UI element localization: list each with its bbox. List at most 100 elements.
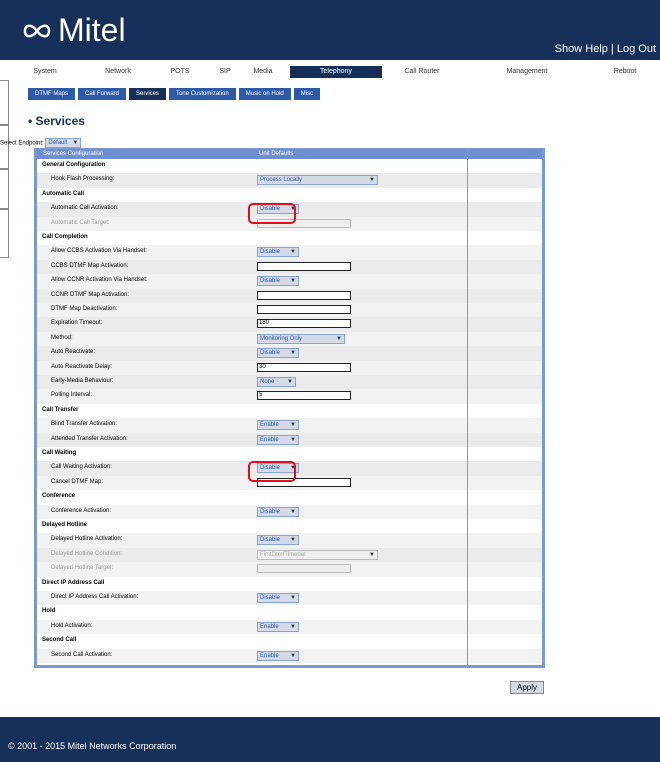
nav-telephony[interactable]: Telephony <box>290 66 382 78</box>
row-label: Hold Activation: <box>51 622 93 629</box>
select-value: Enable <box>260 652 279 659</box>
subnav-misc[interactable]: Misc <box>293 88 321 100</box>
log-out-link[interactable]: Log Out <box>617 43 656 55</box>
nav-pots[interactable]: POTS <box>160 66 200 78</box>
services-table: Services Configuration Unit Defaults Gen… <box>34 148 545 668</box>
row-label: Delayed Hotline <box>42 522 88 528</box>
row-select[interactable]: Disable ▼ <box>257 463 299 474</box>
select-value: FirstDtmfTimeout <box>260 551 306 558</box>
row-label: Call Transfer <box>42 406 79 413</box>
nav-sip[interactable]: SIP <box>210 66 240 78</box>
row-select[interactable]: Disable ▼ <box>257 593 299 603</box>
nav-management[interactable]: Management <box>492 66 562 78</box>
sub-nav: DTMF Maps Call Forward Services Tone Custom… <box>28 88 321 100</box>
row-label: Automatic Call Activation: <box>51 205 119 212</box>
row-label: Polling Interval: <box>51 392 93 399</box>
row-text-input[interactable]: 30 <box>257 362 351 372</box>
row-text-input[interactable]: 180 <box>257 319 351 329</box>
nav-call-router[interactable]: Call Router <box>392 66 452 78</box>
chevron-down-icon: ▼ <box>290 350 296 357</box>
row-label: Cancel DTMF Map: <box>51 478 104 485</box>
row-label: Automatic Call Target: <box>51 219 110 226</box>
row-select[interactable]: Enable ▼ <box>257 434 299 445</box>
row-label: Automatic Call <box>42 190 85 197</box>
row-label: Direct IP Address Call Activation: <box>51 594 139 600</box>
row-label: Auto Reactivate: <box>51 349 96 356</box>
nav-system[interactable]: System <box>20 66 70 78</box>
chevron-down-icon: ▼ <box>290 508 296 515</box>
show-help-link[interactable]: Show Help <box>555 43 608 55</box>
col-unit-defaults: Unit Defaults <box>259 151 294 157</box>
row-select[interactable]: Disable ▼ <box>257 348 299 359</box>
page-title: • Services <box>28 114 85 128</box>
select-value: Enable <box>260 436 279 443</box>
mitel-logo: Mitel <box>22 12 126 49</box>
row-label: Allow CCNR Activation Via Handset: <box>51 277 148 284</box>
row-label: Conference <box>42 493 76 500</box>
select-value: Process Locally <box>260 177 303 184</box>
row-select[interactable]: Process Locally ▼ <box>257 175 378 186</box>
row-text-input[interactable] <box>257 261 351 271</box>
select-value: Disable <box>260 278 281 285</box>
select-value: Disable <box>260 465 281 472</box>
apply-button[interactable]: Apply <box>510 681 545 694</box>
subnav-music-on-hold[interactable]: Music on Hold <box>238 88 291 100</box>
row-select[interactable]: Monitoring Only ▼ <box>257 333 345 344</box>
copyright: © 2001 - 2015 Mitel Networks Corporation <box>8 741 177 751</box>
chevron-down-icon: ▼ <box>290 623 296 630</box>
row-label: Blind Transfer Activation: <box>51 421 118 428</box>
subnav-services[interactable]: Services <box>129 88 167 100</box>
chevron-down-icon: ▼ <box>290 278 296 285</box>
chevron-down-icon: ▼ <box>290 206 296 213</box>
row-select[interactable]: Disable ▼ <box>257 535 299 546</box>
row-label: Auto Reactivate Delay: <box>51 363 113 370</box>
brand-name: Mitel <box>58 12 126 48</box>
chevron-down-icon: ▼ <box>287 379 293 385</box>
select-value: Disable <box>260 206 281 213</box>
row-select[interactable]: Enable ▼ <box>257 621 299 632</box>
row-label: CCNR DTMF Map Activation: <box>51 291 130 298</box>
row-text-input[interactable] <box>257 305 351 314</box>
row-text-input[interactable] <box>257 477 351 487</box>
select-value: Enable <box>260 623 279 630</box>
nav-network[interactable]: Network <box>88 66 148 78</box>
endpoint-selector: Select Endpoint: Default ▼ <box>0 138 82 148</box>
chevron-down-icon: ▼ <box>290 249 296 256</box>
row-label: Attended Transfer Activation: <box>51 435 128 442</box>
subnav-tone-customization[interactable]: Tone Customization <box>169 88 236 100</box>
row-select[interactable]: None ▼ <box>257 377 296 387</box>
row-select[interactable]: Enable ▼ <box>257 420 299 431</box>
nav-reboot[interactable]: Reboot <box>590 66 660 78</box>
side-box-3 <box>0 168 9 210</box>
col-services-config: Services Configuration <box>43 151 104 157</box>
row-text-input[interactable] <box>257 290 351 300</box>
select-value: None <box>260 379 275 385</box>
row-label: Early-Media Behaviour: <box>51 378 114 384</box>
select-value: Disable <box>260 350 281 357</box>
footer: © 2001 - 2015 Mitel Networks Corporation <box>0 717 660 762</box>
subnav-call-forward[interactable]: Call Forward <box>78 88 127 100</box>
row-text-input[interactable]: 5 <box>257 391 351 401</box>
row-select[interactable]: Disable ▼ <box>257 506 299 517</box>
row-select[interactable]: Disable ▼ <box>257 276 299 287</box>
endpoint-select[interactable]: Default ▼ <box>45 138 82 148</box>
row-label: Delayed Hotline Target: <box>51 565 114 572</box>
chevron-down-icon: ▼ <box>290 595 296 601</box>
row-label: Second Call <box>42 637 77 644</box>
select-value: Monitoring Only <box>260 335 303 342</box>
row-label: CCBS DTMF Map Activation: <box>51 262 129 269</box>
row-select[interactable]: Disable ▼ <box>257 204 299 215</box>
nav-media[interactable]: Media <box>248 66 278 78</box>
chevron-down-icon: ▼ <box>290 652 296 659</box>
side-box-4 <box>0 208 9 258</box>
row-label: Expiration Timeout: <box>51 320 103 327</box>
header-links: Show Help | Log Out <box>554 43 656 55</box>
subnav-dtmf-maps[interactable]: DTMF Maps <box>28 88 75 100</box>
row-label: DTMF Map Deactivation: <box>51 306 118 312</box>
select-value: Disable <box>260 508 281 515</box>
row-select[interactable]: Enable ▼ <box>257 650 299 661</box>
row-label: General Configuration <box>42 162 106 168</box>
row-select[interactable]: Disable ▼ <box>257 247 299 258</box>
chevron-down-icon: ▼ <box>336 335 342 342</box>
row-label: Allow CCBS Activation Via Handset: <box>51 248 147 255</box>
